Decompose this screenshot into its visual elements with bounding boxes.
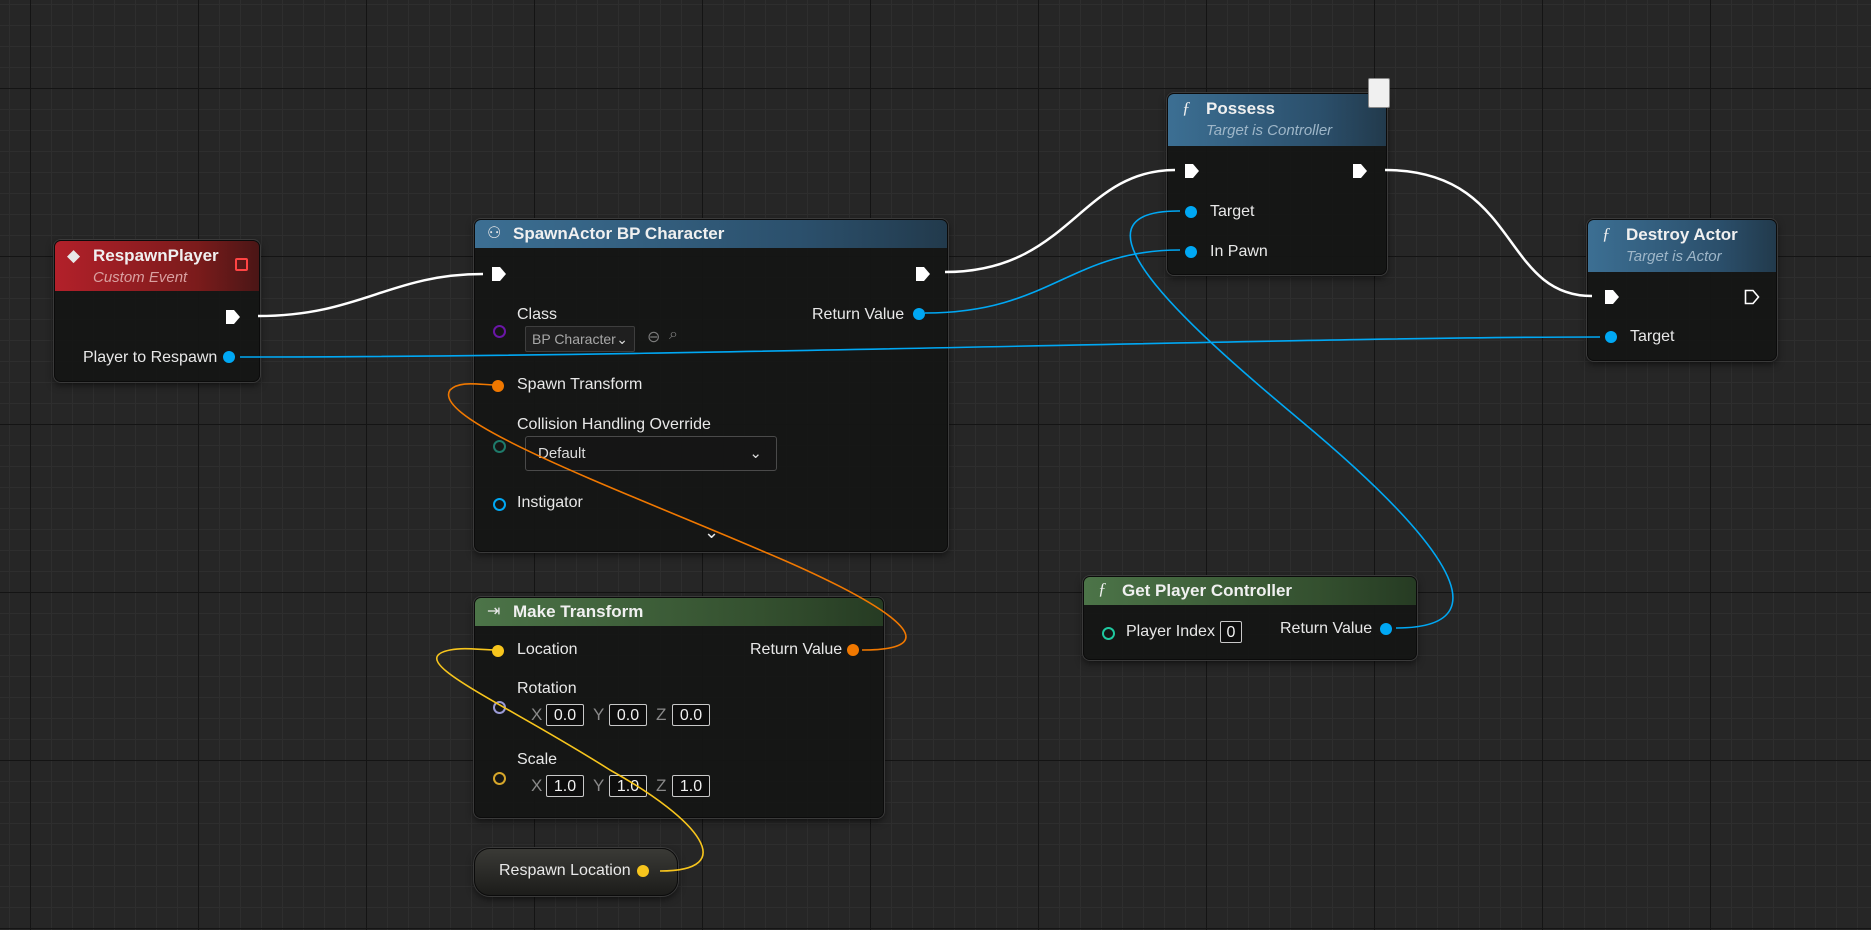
get-controller-return-value-pin[interactable] [1380, 623, 1392, 635]
possess-header[interactable]: ƒ Possess Target is Controller [1168, 94, 1386, 146]
spawn-return-value-pin[interactable] [913, 308, 925, 320]
spawn-actor-header[interactable]: ⚇ SpawnActor BP Character [475, 220, 947, 248]
wire-exec-possess-to-destroy [1384, 168, 1593, 298]
expand-advanced-chevron-icon[interactable]: ⌄ [704, 522, 719, 543]
class-picker-value: BP Character [532, 331, 616, 347]
possess-target-pin[interactable] [1185, 206, 1197, 218]
chevron-down-icon: ⌄ [616, 331, 628, 347]
respawn-player-subtitle: Custom Event [93, 269, 188, 286]
respawn-player-title: RespawnPlayer [93, 246, 219, 265]
respawn-location-pin[interactable] [637, 865, 649, 877]
rotation-x-field[interactable]: 0.0 [546, 704, 584, 726]
scale-z-field[interactable]: 1.0 [672, 775, 710, 797]
possess-title: Possess [1206, 99, 1275, 118]
player-to-respawn-pin[interactable] [223, 351, 235, 363]
delegate-pin-icon[interactable] [235, 258, 248, 271]
possess-inpawn-label: In Pawn [1210, 243, 1268, 260]
collision-handling-dropdown[interactable]: Default ⌄ [525, 436, 777, 471]
make-transform-title: Make Transform [513, 602, 644, 621]
respawn-player-node[interactable]: ◆ RespawnPlayer Custom Event Player to R… [54, 240, 260, 382]
respawn-exec-out-icon[interactable] [225, 309, 241, 325]
scale-label: Scale [517, 751, 558, 768]
spawn-actor-node[interactable]: ⚇ SpawnActor BP Character Class BP Chara… [474, 219, 948, 552]
wire-exec-spawn-to-possess [944, 168, 1176, 274]
function-icon: ƒ [1182, 98, 1191, 117]
spawn-exec-in-icon[interactable] [491, 266, 507, 282]
make-transform-header[interactable]: ⇥ Make Transform [475, 598, 883, 626]
instigator-pin[interactable] [493, 498, 506, 511]
player-index-field[interactable]: 0 [1220, 621, 1242, 643]
rotation-label: Rotation [517, 680, 577, 697]
destroy-target-pin[interactable] [1605, 331, 1617, 343]
collision-handling-label: Collision Handling Override [517, 416, 711, 433]
function-icon: ƒ [1098, 579, 1107, 598]
chevron-down-icon: ⌄ [749, 445, 762, 462]
get-controller-return-value-label: Return Value [1280, 620, 1373, 637]
spawn-actor-title: SpawnActor BP Character [513, 224, 725, 243]
respawn-player-header[interactable]: ◆ RespawnPlayer Custom Event [55, 241, 259, 291]
spawn-transform-label: Spawn Transform [517, 376, 643, 393]
scale-y-field[interactable]: 1.0 [609, 775, 647, 797]
possess-subtitle: Target is Controller [1206, 122, 1333, 139]
respawn-location-label: Respawn Location [499, 862, 631, 879]
get-player-controller-node[interactable]: ƒ Get Player Controller Player Index 0 R… [1083, 576, 1417, 660]
make-return-value-label: Return Value [750, 641, 843, 658]
rotation-pin[interactable] [493, 701, 506, 714]
class-pin[interactable] [493, 325, 506, 338]
destroy-exec-out-icon[interactable] [1744, 289, 1760, 305]
destroy-actor-title: Destroy Actor [1626, 225, 1738, 244]
class-picker[interactable]: BP Character ⌄ [525, 326, 635, 352]
player-to-respawn-label: Player to Respawn [83, 349, 218, 366]
function-icon: ƒ [1602, 224, 1611, 243]
possess-node[interactable]: ƒ Possess Target is Controller Target In… [1167, 78, 1390, 275]
class-label: Class [517, 306, 558, 323]
scale-y-axis-label: Y [593, 776, 605, 795]
collision-handling-pin[interactable] [493, 440, 506, 453]
destroy-exec-in-icon[interactable] [1604, 289, 1620, 305]
scale-x-field[interactable]: 1.0 [546, 775, 584, 797]
make-location-pin[interactable] [492, 645, 504, 657]
destroy-target-label: Target [1630, 328, 1675, 345]
rotation-y-field[interactable]: 0.0 [609, 704, 647, 726]
make-transform-node[interactable]: ⇥ Make Transform Location Return Value R… [474, 597, 884, 818]
spawn-transform-pin[interactable] [492, 380, 504, 392]
make-struct-icon: ⇥ [487, 603, 501, 620]
rotation-x-axis-label: X [531, 705, 543, 724]
scale-z-axis-label: Z [656, 776, 667, 795]
player-index-pin[interactable] [1102, 627, 1115, 640]
destroy-actor-subtitle: Target is Actor [1626, 248, 1722, 265]
browse-search-icon[interactable]: ⌕ [669, 326, 678, 344]
make-return-value-pin[interactable] [847, 644, 859, 656]
collision-handling-value: Default [538, 445, 586, 462]
destroy-actor-node[interactable]: ƒ Destroy Actor Target is Actor Target [1587, 219, 1777, 361]
scale-pin[interactable] [493, 772, 506, 785]
destroy-actor-header[interactable]: ƒ Destroy Actor Target is Actor [1588, 220, 1776, 272]
possess-exec-out-icon[interactable] [1352, 163, 1368, 179]
event-diamond-icon: ◆ [67, 246, 81, 265]
get-player-controller-title: Get Player Controller [1122, 581, 1293, 600]
rotation-z-axis-label: Z [656, 705, 667, 724]
spawn-return-value-label: Return Value [812, 306, 905, 323]
authority-only-icon [1368, 78, 1390, 108]
scale-x-axis-label: X [531, 776, 543, 795]
possess-inpawn-pin[interactable] [1185, 246, 1197, 258]
wire-return-to-inpawn [924, 249, 1181, 314]
respawn-location-variable-node[interactable]: Respawn Location [474, 848, 678, 896]
spawn-actor-icon: ⚇ [487, 225, 502, 242]
wire-exec-respawn-to-spawn [257, 272, 484, 318]
rotation-z-field[interactable]: 0.0 [672, 704, 710, 726]
instigator-label: Instigator [517, 494, 583, 511]
rotation-y-axis-label: Y [593, 705, 605, 724]
spawn-exec-out-icon[interactable] [915, 266, 931, 282]
possess-exec-in-icon[interactable] [1184, 163, 1200, 179]
get-player-controller-header[interactable]: ƒ Get Player Controller [1084, 577, 1416, 605]
make-location-label: Location [517, 641, 578, 658]
player-index-label: Player Index [1126, 623, 1215, 640]
possess-target-label: Target [1210, 203, 1255, 220]
use-selected-icon[interactable]: ⊖ [647, 327, 660, 347]
